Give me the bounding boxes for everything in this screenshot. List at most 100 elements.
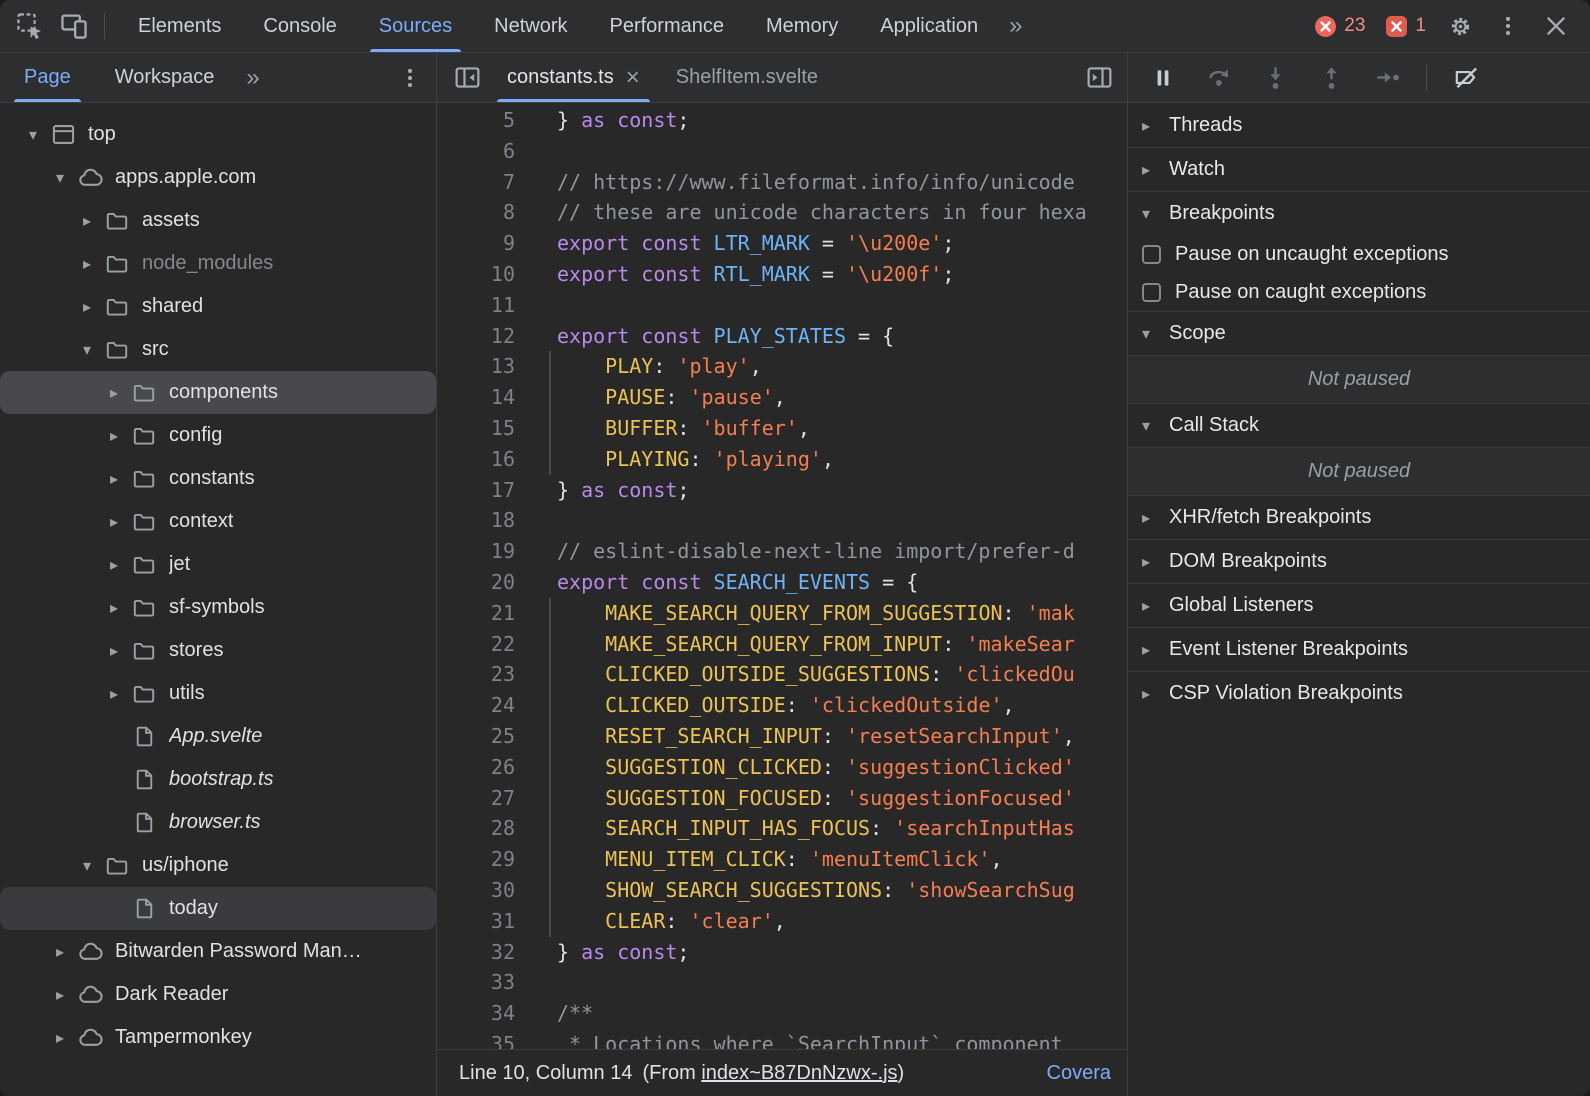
checkbox-pause-on-caught-exceptions[interactable]: Pause on caught exceptions [1128,273,1590,311]
tree-item-config[interactable]: ▸config [0,414,436,457]
tree-item-today[interactable]: today [0,887,436,930]
code-line-text[interactable]: } as const; [557,475,689,506]
chevron-collapsed-icon[interactable]: ▸ [101,684,127,703]
coverage-link[interactable]: Covera [1035,1062,1111,1085]
chevron-expanded-icon[interactable]: ▾ [47,168,73,187]
step-into-icon[interactable] [1250,57,1300,99]
code-line-text[interactable]: SUGGESTION_CLICKED: 'suggestionClicked' [557,752,1075,783]
tree-item-app-svelte[interactable]: App.svelte [0,715,436,758]
tree-item-constants[interactable]: ▸constants [0,457,436,500]
tree-item-node-modules[interactable]: ▸node_modules [0,242,436,285]
step-out-icon[interactable] [1306,57,1356,99]
line-number[interactable]: 13 [437,351,529,382]
section-call-stack[interactable]: ▾Call Stack [1128,403,1590,447]
line-number[interactable]: 33 [437,967,529,998]
chevron-collapsed-icon[interactable]: ▸ [101,426,127,445]
tab-elements[interactable]: Elements [117,0,242,52]
inspect-icon[interactable] [8,5,52,47]
code-line-text[interactable]: MENU_ITEM_CLICK: 'menuItemClick', [557,844,1003,875]
code-line-text[interactable]: MAKE_SEARCH_QUERY_FROM_SUGGESTION: 'mak [557,598,1075,629]
line-number[interactable]: 24 [437,690,529,721]
section-global-listeners[interactable]: ▸Global Listeners [1128,583,1590,627]
tree-item-shared[interactable]: ▸shared [0,285,436,328]
section-watch[interactable]: ▸Watch [1128,147,1590,191]
line-number[interactable]: 6 [437,136,529,167]
code-line-text[interactable]: * Locations where `SearchInput` componen… [557,1029,1063,1049]
issues-indicator[interactable]: 1 [1377,15,1434,38]
code-line-text[interactable]: export const LTR_MARK = '\u200e'; [557,228,954,259]
tree-item-components[interactable]: ▸components [0,371,436,414]
chevron-collapsed-icon[interactable]: ▸ [47,942,73,961]
tree-item-top[interactable]: ▾top [0,113,436,156]
navigator-tab-page[interactable]: Page [2,53,93,102]
line-number[interactable]: 16 [437,444,529,475]
tree-item-utils[interactable]: ▸utils [0,672,436,715]
code-line-text[interactable]: PLAYING: 'playing', [557,444,834,475]
code-line-text[interactable]: } as const; [557,105,689,136]
tab-network[interactable]: Network [473,0,588,52]
line-number[interactable]: 30 [437,875,529,906]
tree-item-browser-ts[interactable]: browser.ts [0,801,436,844]
code-line-text[interactable]: /** [557,998,593,1029]
section-threads[interactable]: ▸Threads [1128,103,1590,147]
tab-sources[interactable]: Sources [358,0,473,52]
chevron-collapsed-icon[interactable]: ▸ [101,383,127,402]
step-icon[interactable] [1362,57,1412,99]
pause-icon[interactable] [1138,57,1188,99]
code-line-text[interactable]: CLICKED_OUTSIDE: 'clickedOutside', [557,690,1015,721]
code-line-text[interactable]: PLAY: 'play', [557,351,762,382]
tree-item-tampermonkey[interactable]: ▸Tampermonkey [0,1016,436,1059]
line-number[interactable]: 19 [437,536,529,567]
tree-item-us-iphone[interactable]: ▾us/iphone [0,844,436,887]
section-event-listener-breakpoints[interactable]: ▸Event Listener Breakpoints [1128,627,1590,671]
code-line-text[interactable]: BUFFER: 'buffer', [557,413,810,444]
line-number[interactable]: 11 [437,290,529,321]
deactivate-breakpoints-icon[interactable] [1441,57,1491,99]
line-number[interactable]: 8 [437,197,529,228]
editor-tab-shelfitem-svelte[interactable]: ShelfItem.svelte [658,53,836,102]
step-over-icon[interactable] [1194,57,1244,99]
code-line-text[interactable]: SEARCH_INPUT_HAS_FOCUS: 'searchInputHas [557,813,1075,844]
line-number[interactable]: 5 [437,105,529,136]
settings-gear-icon[interactable] [1438,5,1482,47]
chevron-expanded-icon[interactable]: ▾ [74,340,100,359]
chevron-collapsed-icon[interactable]: ▸ [74,297,100,316]
chevron-collapsed-icon[interactable]: ▸ [101,469,127,488]
tab-console[interactable]: Console [242,0,357,52]
toggle-navigator-icon[interactable] [445,57,489,99]
checkbox-icon[interactable] [1142,283,1161,302]
line-number[interactable]: 10 [437,259,529,290]
line-number[interactable]: 32 [437,937,529,968]
code-line-text[interactable]: MAKE_SEARCH_QUERY_FROM_INPUT: 'makeSear [557,629,1075,660]
chevron-collapsed-icon[interactable]: ▸ [47,985,73,1004]
chevron-expanded-icon[interactable]: ▾ [74,856,100,875]
code-line-text[interactable]: CLICKED_OUTSIDE_SUGGESTIONS: 'clickedOu [557,659,1075,690]
tree-item-jet[interactable]: ▸jet [0,543,436,586]
line-number[interactable]: 27 [437,783,529,814]
code-line-text[interactable]: SHOW_SEARCH_SUGGESTIONS: 'showSearchSug [557,875,1075,906]
more-tabs-icon[interactable]: » [999,12,1032,40]
section-xhr-fetch-breakpoints[interactable]: ▸XHR/fetch Breakpoints [1128,495,1590,539]
line-number[interactable]: 31 [437,906,529,937]
line-number[interactable]: 34 [437,998,529,1029]
chevron-expanded-icon[interactable]: ▾ [20,125,46,144]
tree-item-stores[interactable]: ▸stores [0,629,436,672]
line-number[interactable]: 14 [437,382,529,413]
line-number[interactable]: 28 [437,813,529,844]
line-number[interactable]: 12 [437,321,529,352]
navigator-more-tabs-icon[interactable]: » [236,64,269,92]
line-number[interactable]: 7 [437,167,529,198]
tree-item-context[interactable]: ▸context [0,500,436,543]
code-line-text[interactable]: // these are unicode characters in four … [557,197,1087,228]
tree-item-dark-reader[interactable]: ▸Dark Reader [0,973,436,1016]
code-line-text[interactable]: PAUSE: 'pause', [557,382,786,413]
close-tab-icon[interactable]: × [626,66,640,90]
tree-item-apps-apple-com[interactable]: ▾apps.apple.com [0,156,436,199]
line-number[interactable]: 26 [437,752,529,783]
line-number[interactable]: 15 [437,413,529,444]
code-line-text[interactable]: export const RTL_MARK = '\u200f'; [557,259,954,290]
code-line-text[interactable]: export const PLAY_STATES = { [557,321,894,352]
line-number[interactable]: 18 [437,505,529,536]
tab-application[interactable]: Application [859,0,999,52]
line-number[interactable]: 25 [437,721,529,752]
